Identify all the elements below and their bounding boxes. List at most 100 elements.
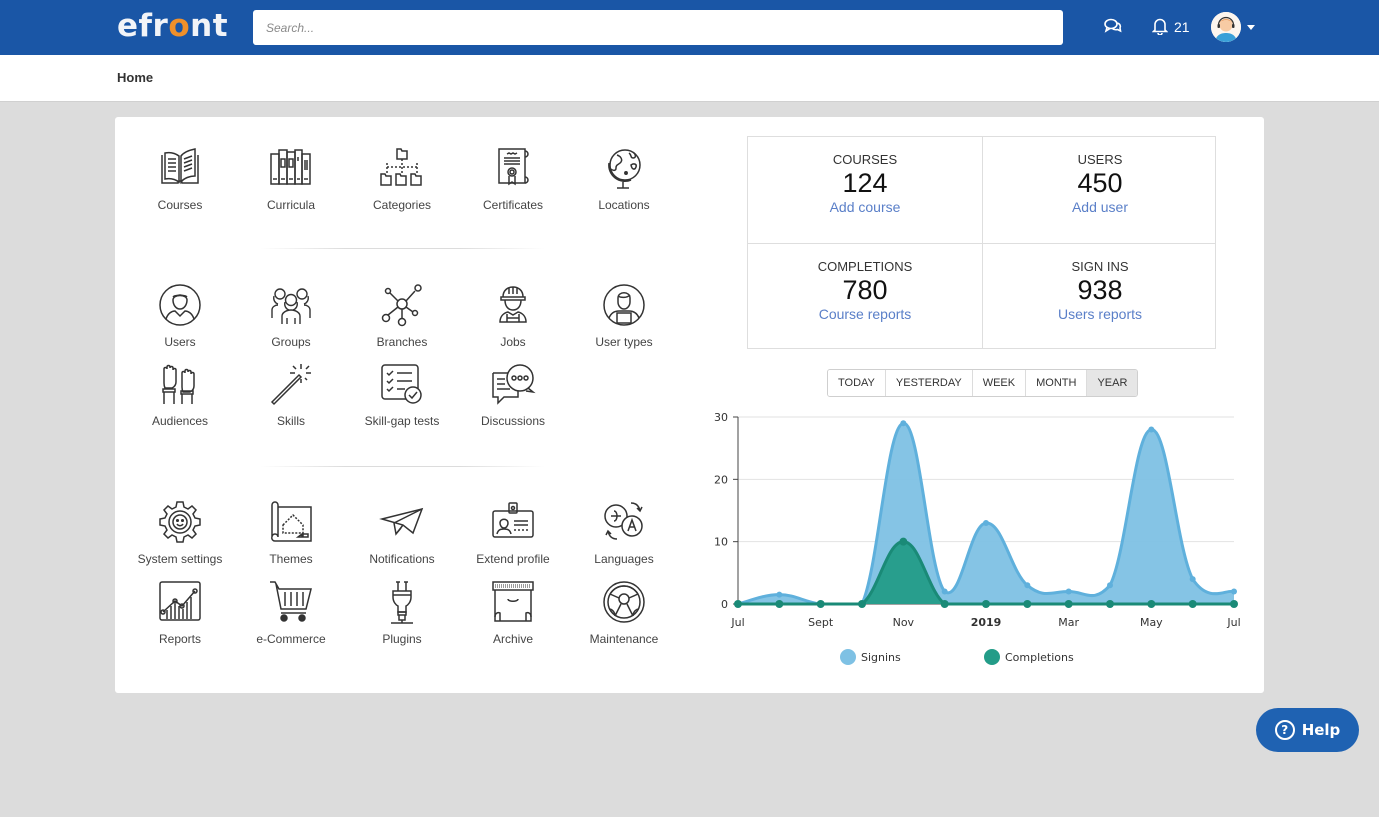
- tile-branches[interactable]: Branches: [352, 282, 452, 349]
- tile-jobs[interactable]: Jobs: [463, 282, 563, 349]
- tile-system-settings[interactable]: System settings: [130, 499, 230, 566]
- legend-marker-completions: [984, 649, 1000, 665]
- stat-value: 938: [1077, 275, 1123, 305]
- tile-categories[interactable]: Categories: [352, 145, 452, 212]
- tile-groups[interactable]: Groups: [241, 282, 341, 349]
- point-signins: [1024, 582, 1031, 589]
- point-completions: [734, 600, 742, 608]
- globe-icon: [608, 149, 641, 189]
- user-avatar[interactable]: [1211, 12, 1241, 42]
- magic-wand-icon: [270, 364, 311, 406]
- tile-label: Jobs: [500, 335, 526, 349]
- tile-label: Branches: [376, 335, 428, 349]
- tile-maintenance[interactable]: Maintenance: [574, 579, 674, 646]
- tile-reports[interactable]: Reports: [130, 579, 230, 646]
- legend-label-signins: Signins: [861, 651, 901, 664]
- tile-skills[interactable]: Skills: [241, 361, 341, 428]
- stat-value: 450: [1077, 168, 1123, 198]
- stat-courses: COURSES 124 Add course: [748, 137, 982, 243]
- tile-e-commerce[interactable]: e-Commerce: [241, 579, 341, 646]
- tile-label: Reports: [158, 632, 202, 646]
- y-tick-label: 30: [714, 411, 728, 424]
- archive-box-icon: [492, 581, 534, 622]
- tile-certificates[interactable]: Certificates: [463, 145, 563, 212]
- tile-label: Locations: [598, 198, 650, 212]
- tile-extend-profile[interactable]: Extend profile: [463, 499, 563, 566]
- add-user-link[interactable]: Add user: [983, 199, 1217, 215]
- tile-languages[interactable]: Languages: [574, 499, 674, 566]
- chat-bubbles-icon[interactable]: [1103, 17, 1122, 40]
- tile-label: Categories: [372, 198, 432, 212]
- tile-themes[interactable]: Themes: [241, 499, 341, 566]
- period-yesterday-button[interactable]: YESTERDAY: [885, 370, 973, 396]
- legend-label-completions: Completions: [1005, 651, 1074, 664]
- tile-skill-gap-tests[interactable]: Skill-gap tests: [352, 361, 452, 428]
- efront-logo[interactable]: efront: [117, 8, 228, 44]
- notifications-count[interactable]: 21: [1174, 19, 1190, 35]
- activity-chart-svg: 0 10 20 30 Jul Sept Nov 2019 Mar May Jul Signins Com…: [714, 411, 1241, 665]
- point-signins: [776, 591, 783, 598]
- steering-wheel-icon: [603, 581, 645, 623]
- x-tick-label: Mar: [1058, 616, 1079, 629]
- user-type-circle-icon: [603, 284, 645, 326]
- section-divider: [260, 248, 545, 249]
- line-chart-icon: [159, 581, 201, 621]
- breadcrumb-home[interactable]: Home: [117, 70, 153, 85]
- grid-divider-horizontal: [748, 243, 1215, 244]
- logo-text-o: o: [168, 8, 191, 44]
- checklist-icon: [381, 364, 422, 404]
- activity-chart: 0 10 20 30 Jul Sept Nov 2019 Mar May Jul Signins Com…: [700, 405, 1260, 675]
- course-reports-link[interactable]: Course reports: [748, 306, 982, 322]
- tile-label: Themes: [269, 552, 313, 566]
- caret-down-icon[interactable]: [1247, 25, 1255, 30]
- worker-helmet-icon: [499, 286, 527, 323]
- point-completions: [1023, 600, 1032, 608]
- period-today-button[interactable]: TODAY: [828, 370, 886, 396]
- period-week-button[interactable]: WEEK: [972, 370, 1027, 396]
- point-completions: [899, 537, 908, 546]
- tile-label: Users: [164, 335, 196, 349]
- tile-notifications[interactable]: Notifications: [352, 499, 452, 566]
- point-completions: [775, 600, 784, 608]
- tile-label: Extend profile: [476, 552, 550, 566]
- tile-label: Plugins: [382, 632, 422, 646]
- tile-audiences[interactable]: Audiences: [130, 361, 230, 428]
- point-completions: [1064, 600, 1073, 608]
- tile-curricula[interactable]: Curricula: [241, 145, 341, 212]
- search-input[interactable]: [253, 10, 1063, 45]
- speech-bubbles-icon: [492, 364, 536, 405]
- stat-title: USERS: [1077, 152, 1123, 167]
- tile-label: Notifications: [369, 552, 435, 566]
- raised-hands-icon: [162, 364, 195, 404]
- point-signins: [983, 519, 989, 526]
- tile-plugins[interactable]: Plugins: [352, 579, 452, 646]
- tile-label: Languages: [594, 552, 654, 566]
- x-tick-label: May: [1140, 616, 1163, 629]
- x-tick-label: 2019: [971, 616, 1002, 629]
- blueprint-icon: [271, 501, 312, 542]
- tile-users[interactable]: Users: [130, 282, 230, 349]
- period-year-button[interactable]: YEAR: [1087, 370, 1138, 396]
- tile-user-types[interactable]: User types: [574, 282, 674, 349]
- logo-text-prefix: efr: [117, 8, 169, 44]
- tile-locations[interactable]: Locations: [574, 145, 674, 212]
- bell-icon[interactable]: [1151, 17, 1169, 40]
- tile-label: Maintenance: [589, 632, 659, 646]
- tile-label: Skill-gap tests: [364, 414, 440, 428]
- period-month-button[interactable]: MONTH: [1026, 370, 1088, 396]
- help-button[interactable]: ? Help: [1256, 708, 1359, 752]
- gear-icon: [159, 501, 201, 543]
- plug-icon: [391, 581, 413, 624]
- tile-label: Archive: [492, 632, 533, 646]
- tile-courses[interactable]: Courses: [130, 145, 230, 212]
- stat-value: 124: [842, 168, 888, 198]
- users-reports-link[interactable]: Users reports: [983, 306, 1217, 322]
- point-signins: [1065, 588, 1072, 595]
- tile-archive[interactable]: Archive: [463, 579, 563, 646]
- breadcrumb-bar: Home: [0, 55, 1379, 102]
- shopping-cart-icon: [270, 581, 312, 622]
- legend-marker-signins: [840, 649, 856, 665]
- add-course-link[interactable]: Add course: [748, 199, 982, 215]
- tile-discussions[interactable]: Discussions: [463, 361, 563, 428]
- stat-title: COMPLETIONS: [817, 259, 913, 274]
